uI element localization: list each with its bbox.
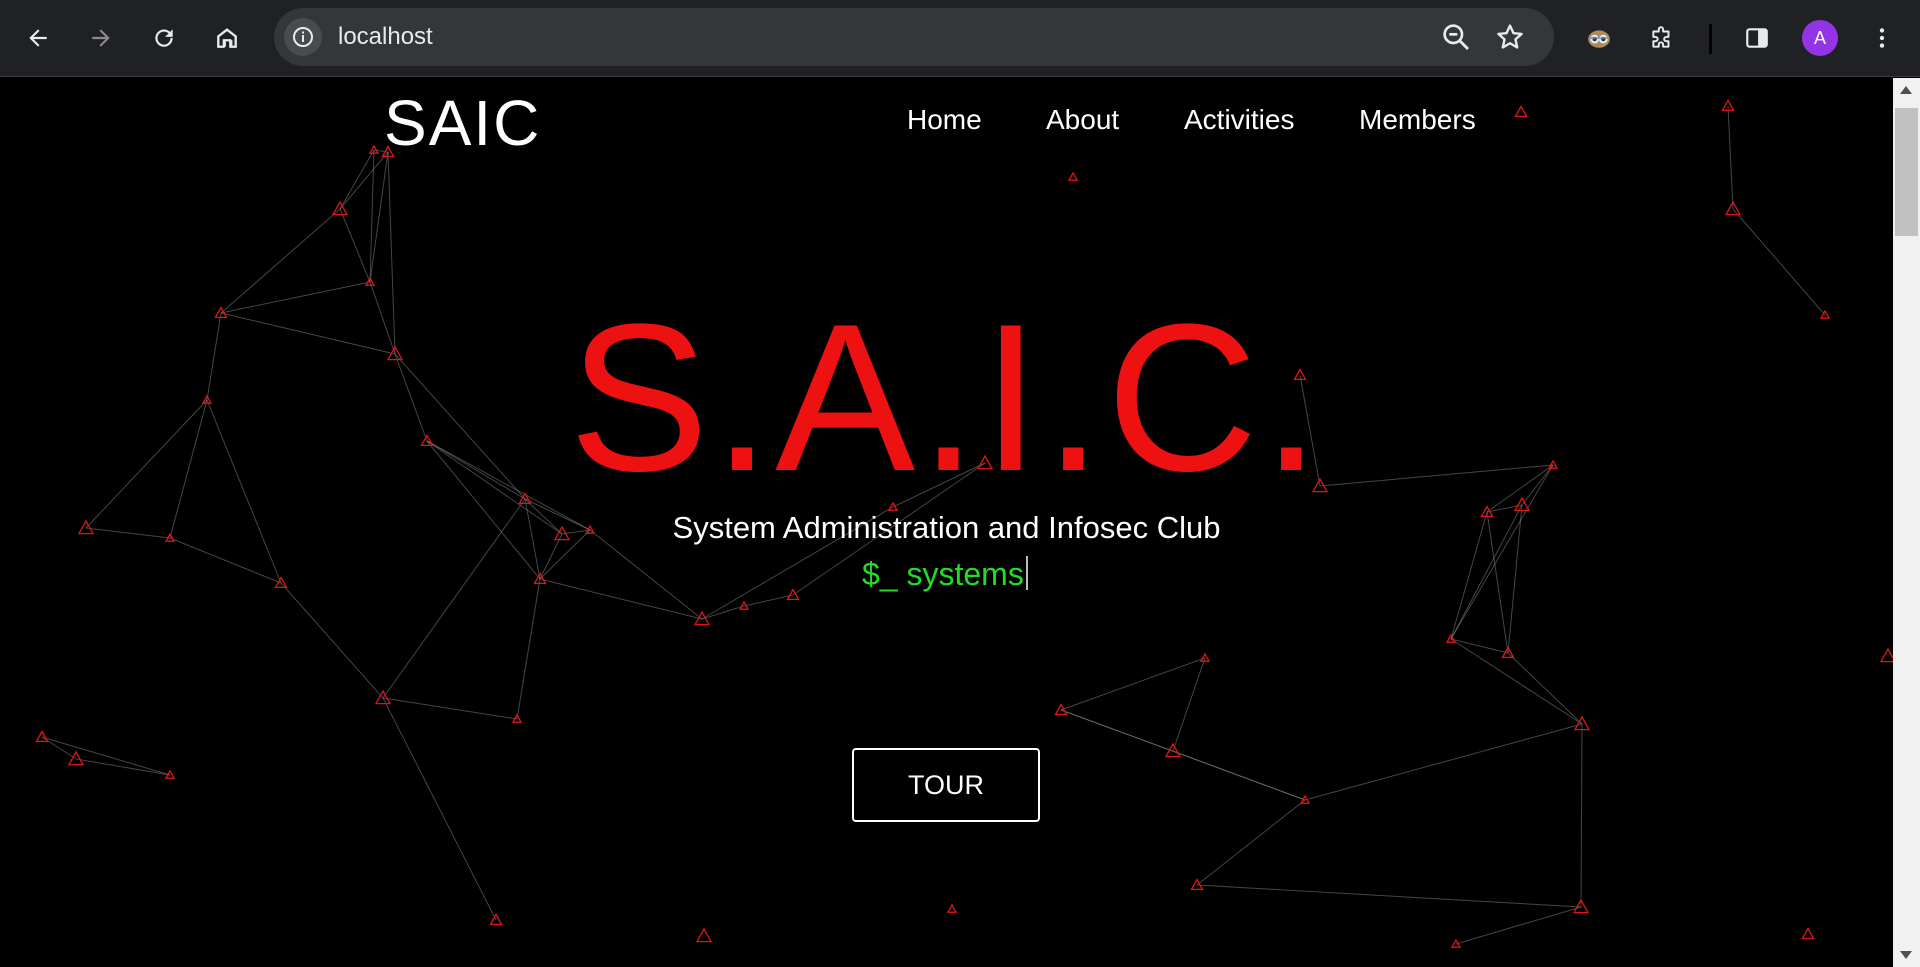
nav-members[interactable]: Members <box>1359 104 1476 136</box>
network-link <box>516 578 541 720</box>
network-node-triangle <box>946 903 958 913</box>
site-brand-logo[interactable]: SAIC <box>384 86 541 160</box>
network-link <box>369 149 375 283</box>
nav-activities[interactable]: Activities <box>1184 104 1294 136</box>
network-link <box>382 697 518 720</box>
forward-arrow-icon[interactable] <box>77 14 125 62</box>
address-bar[interactable]: localhost <box>274 8 1554 66</box>
nav-about[interactable]: About <box>1046 104 1119 136</box>
network-link <box>1172 657 1206 752</box>
zoom-out-icon[interactable] <box>1440 21 1472 53</box>
network-link <box>1196 884 1582 908</box>
network-link <box>1727 105 1734 210</box>
network-node-triangle <box>1879 647 1893 663</box>
network-node-triangle <box>695 927 713 943</box>
scrollbar-thumb[interactable] <box>1895 108 1918 236</box>
back-arrow-icon[interactable] <box>14 14 62 62</box>
hero-title: S.A.I.C. <box>568 280 1325 515</box>
network-link <box>743 594 794 607</box>
network-node-triangle <box>1054 703 1068 716</box>
network-link <box>1507 652 1583 725</box>
typed-prompt-text: $_ systems <box>862 556 1024 592</box>
site-info-icon[interactable] <box>284 18 322 56</box>
nav-home[interactable]: Home <box>907 104 982 136</box>
network-node-triangle <box>1067 171 1079 181</box>
menu-kebab-icon[interactable] <box>1858 14 1906 62</box>
page-viewport: SAIC Home About Activities Members S.A.I… <box>0 78 1893 967</box>
network-link <box>1304 723 1583 801</box>
browser-toolbar: localhost A <box>0 0 1920 77</box>
network-link <box>41 736 171 776</box>
network-link <box>539 578 703 620</box>
tour-button[interactable]: TOUR <box>852 748 1040 822</box>
network-node-triangle <box>67 750 85 766</box>
page-scrollbar[interactable] <box>1893 78 1920 967</box>
network-link <box>280 582 384 699</box>
url-text[interactable]: localhost <box>338 8 433 66</box>
network-link <box>1060 657 1206 711</box>
typed-prompt: $_ systems <box>862 556 1028 593</box>
avatar[interactable]: A <box>1802 20 1838 56</box>
side-panel-icon[interactable] <box>1733 14 1781 62</box>
extension-owl-icon[interactable] <box>1575 14 1623 62</box>
network-link <box>339 208 371 283</box>
network-link <box>369 151 389 283</box>
home-icon[interactable] <box>203 14 251 62</box>
network-link <box>1172 750 1306 801</box>
network-link <box>1580 723 1583 908</box>
bookmark-star-icon[interactable] <box>1494 21 1526 53</box>
puzzle-extensions-icon[interactable] <box>1638 14 1686 62</box>
network-link <box>1450 638 1509 654</box>
toolbar-separator <box>1709 24 1712 54</box>
network-link <box>701 605 745 620</box>
text-caret <box>1025 556 1028 590</box>
hero-subtitle: System Administration and Infosec Club <box>672 510 1221 545</box>
network-link <box>1450 638 1583 725</box>
network-link <box>1196 799 1306 886</box>
scroll-down-arrow-icon[interactable] <box>1900 951 1912 959</box>
network-link <box>1455 906 1582 945</box>
network-link <box>339 149 375 210</box>
network-node-triangle <box>1801 927 1815 940</box>
network-node-triangle <box>1514 105 1528 118</box>
network-link <box>382 697 497 921</box>
reload-icon[interactable] <box>140 14 188 62</box>
scroll-up-arrow-icon[interactable] <box>1900 86 1912 94</box>
network-node-triangle <box>1199 652 1211 662</box>
